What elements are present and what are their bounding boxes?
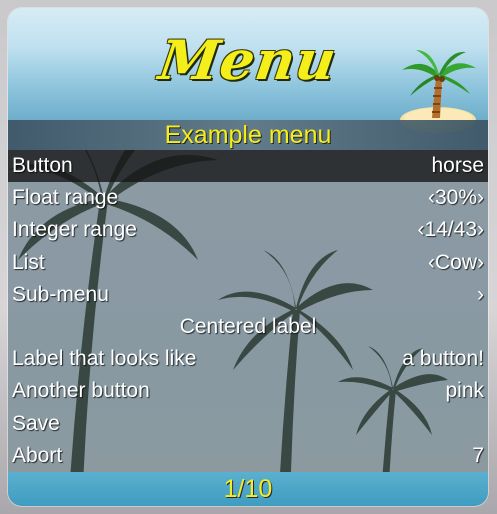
- item-label: Label that looks like: [12, 347, 197, 371]
- menu-item-integer-range[interactable]: Integer range ‹14/43›: [8, 214, 488, 246]
- pagination-counter: 1/10: [223, 475, 273, 503]
- menu-item-save[interactable]: Save: [8, 408, 488, 440]
- centered-label: Centered label: [179, 314, 317, 338]
- menu-item-abort[interactable]: Abort 7: [8, 440, 488, 472]
- item-value: a button!: [402, 347, 484, 371]
- chevron-right-icon: ›: [477, 282, 484, 306]
- item-label: Float range: [12, 186, 119, 210]
- menu-item-button[interactable]: Button horse: [8, 150, 488, 183]
- menu-item-float-range[interactable]: Float range ‹30%›: [8, 182, 488, 214]
- menu-banner: Menu: [8, 8, 488, 133]
- item-label: Save: [12, 411, 60, 435]
- item-label: Integer range: [12, 218, 137, 242]
- item-value: ‹Cow›: [428, 250, 484, 274]
- item-value: horse: [431, 154, 484, 177]
- menu-items: Button horse Float range ‹30%› Integer r…: [8, 150, 488, 472]
- item-value: ‹14/43›: [417, 218, 484, 242]
- item-label: List: [12, 250, 45, 274]
- menu-window: Menu Example menu Button horse Float ran…: [8, 8, 488, 506]
- subtitle-bar: Example menu: [8, 120, 488, 150]
- item-label: Button: [12, 154, 73, 177]
- menu-footer: 1/10: [8, 472, 488, 506]
- menu-item-list[interactable]: List ‹Cow›: [8, 247, 488, 279]
- menu-item-another-button[interactable]: Another button pink: [8, 375, 488, 407]
- menu-item-centered-label: Centered label: [8, 311, 488, 343]
- item-label: Abort: [12, 443, 63, 467]
- item-value: pink: [445, 379, 484, 403]
- menu-item-sub-menu[interactable]: Sub-menu ›: [8, 279, 488, 311]
- menu-item-label-looks-like[interactable]: Label that looks like a button!: [8, 343, 488, 375]
- item-value: 7: [472, 443, 484, 467]
- item-value: ‹30%›: [427, 186, 484, 210]
- item-label: Another button: [12, 379, 150, 403]
- item-label: Sub-menu: [12, 282, 109, 306]
- menu-subtitle: Example menu: [164, 121, 332, 149]
